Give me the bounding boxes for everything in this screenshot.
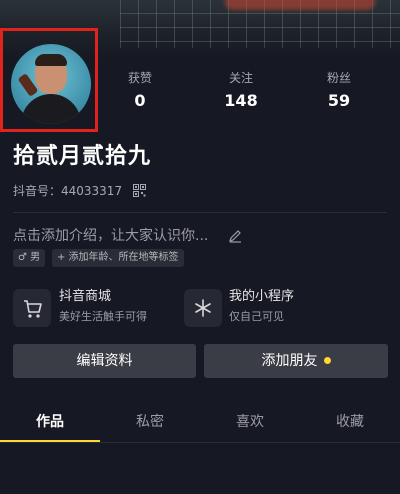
douyin-id[interactable]: 抖音号：44033317 — [13, 183, 122, 199]
shop-card-title[interactable]: 抖音商城 — [59, 288, 111, 306]
tab-favorites[interactable]: 收藏 — [300, 408, 400, 436]
tab-private[interactable]: 私密 — [100, 408, 200, 436]
edit-profile-button[interactable]: 编辑资料 — [13, 344, 196, 378]
stat-label: 粉丝 — [326, 71, 351, 85]
avatar-highlight-box — [0, 28, 98, 132]
pencil-icon[interactable] — [228, 229, 242, 243]
profile-stats: 获赞 0 关注 148 粉丝 59 — [100, 70, 400, 114]
stat-label: 获赞 — [127, 71, 152, 85]
bio-placeholder[interactable]: 点击添加介绍，让大家认识你... — [13, 226, 208, 246]
section-divider — [13, 212, 387, 213]
cart-icon — [24, 300, 42, 318]
shop-card-icon-box[interactable] — [13, 289, 51, 327]
cover-neon-sign — [225, 0, 375, 10]
gender-tag[interactable]: ♂ 男 — [13, 249, 46, 267]
stat-label: 关注 — [228, 71, 253, 85]
add-friend-label: 添加朋友 — [261, 353, 318, 369]
mini-program-icon — [195, 299, 211, 317]
content-tabs: 作品 私密 喜欢 收藏 — [0, 408, 400, 444]
stat-value: 0 — [134, 91, 146, 110]
profile-name: 拾贰月贰拾九 — [13, 144, 152, 169]
stat-likes[interactable]: 获赞 0 — [105, 70, 175, 111]
add-friend-button[interactable]: 添加朋友 — [204, 344, 388, 378]
mini-program-card-title[interactable]: 我的小程序 — [229, 288, 294, 306]
notification-dot — [323, 356, 331, 364]
shop-card-subtitle: 美好生活触手可得 — [59, 310, 147, 323]
mini-program-card-icon-box[interactable] — [184, 289, 222, 327]
tab-works[interactable]: 作品 — [0, 408, 100, 436]
edit-profile-label: 编辑资料 — [76, 353, 133, 369]
tab-likes[interactable]: 喜欢 — [200, 408, 300, 436]
add-tags-button[interactable]: + 添加年龄、所在地等标签 — [52, 249, 184, 267]
stat-followers[interactable]: 粉丝 59 — [304, 70, 374, 111]
qr-code-icon[interactable] — [133, 184, 146, 197]
tabs-divider — [0, 442, 400, 443]
stat-value: 148 — [224, 91, 258, 110]
stat-following[interactable]: 关注 148 — [206, 70, 276, 111]
stat-value: 59 — [327, 91, 351, 110]
mini-program-card-subtitle: 仅自己可见 — [229, 310, 284, 323]
